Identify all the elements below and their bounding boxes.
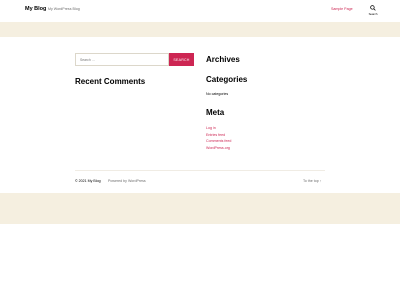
search-form: SEARCH xyxy=(75,53,194,66)
list-item: WordPress.org xyxy=(206,145,231,152)
search-icon xyxy=(366,5,380,11)
footer-band xyxy=(0,193,400,224)
meta-links-list: Log in Entries feed Comments feed WordPr… xyxy=(206,125,231,151)
page-bottom xyxy=(0,224,400,300)
list-item: Comments feed xyxy=(206,138,231,145)
to-the-top-link[interactable]: To the top ↑ xyxy=(303,179,322,183)
site-description: My WordPress Blog xyxy=(48,7,80,11)
site-title[interactable]: My Blog xyxy=(25,6,46,12)
site-header: My Blog My WordPress Blog Sample Page Se… xyxy=(0,0,400,22)
recent-comments-title: Recent Comments xyxy=(75,77,146,86)
widget-area xyxy=(0,37,400,170)
search-button[interactable]: SEARCH xyxy=(169,53,194,66)
nav-item-sample-page[interactable]: Sample Page xyxy=(331,7,353,11)
categories-title: Categories xyxy=(206,75,248,84)
meta-link-comments-feed[interactable]: Comments feed xyxy=(206,139,231,143)
search-toggle-button[interactable]: Search xyxy=(366,5,380,18)
search-toggle-label: Search xyxy=(368,12,378,16)
powered-by-link[interactable]: Powered by WordPress xyxy=(108,179,146,183)
meta-title: Meta xyxy=(206,108,225,117)
copyright-text[interactable]: © 2021 My Blog xyxy=(75,179,101,183)
search-input[interactable] xyxy=(75,53,169,66)
archives-title: Archives xyxy=(206,55,240,64)
categories-empty-text: No categories xyxy=(206,92,229,96)
meta-link-log-in[interactable]: Log in xyxy=(206,126,216,130)
header-band xyxy=(0,22,400,37)
meta-link-entries-feed[interactable]: Entries feed xyxy=(206,133,225,137)
meta-link-wordpress-org[interactable]: WordPress.org xyxy=(206,146,230,150)
site-footer: © 2021 My Blog Powered by WordPress To t… xyxy=(0,171,400,193)
